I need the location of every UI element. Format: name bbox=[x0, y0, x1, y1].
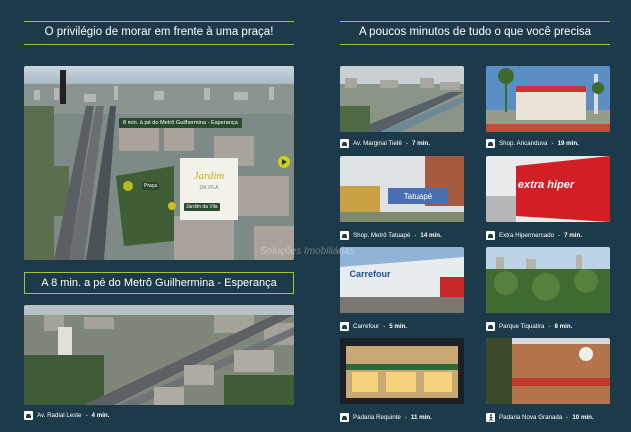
car-icon bbox=[486, 231, 495, 240]
logo-title-text: Jardim bbox=[194, 170, 225, 182]
place-caption-shop-aricanduva: Shop. Aricanduva -19 min. bbox=[486, 139, 579, 148]
metro-banner: A 8 min. a pé do Metrô Guilhermina - Esp… bbox=[24, 272, 294, 294]
car-icon bbox=[340, 322, 349, 331]
place-sep: - bbox=[405, 140, 409, 147]
caption-name: Av. Radial Leste bbox=[37, 412, 82, 419]
place-caption-padaria-requinte: Padaria Requinte -11 min. bbox=[340, 413, 432, 422]
place-time: 7 min. bbox=[412, 140, 430, 147]
place-time: 11 min. bbox=[410, 414, 432, 421]
place-photo-marginal-tiete bbox=[340, 66, 464, 132]
place-time: 14 min. bbox=[420, 232, 442, 239]
car-icon bbox=[486, 322, 495, 331]
watermark-text: Soluções Imobiliárias bbox=[260, 246, 355, 257]
car-icon bbox=[340, 413, 349, 422]
place-sep: - bbox=[414, 232, 417, 239]
walk-icon bbox=[486, 413, 495, 422]
car-icon bbox=[486, 139, 495, 148]
carrefour-sign-text: Carrefour bbox=[349, 269, 391, 279]
place-sep: - bbox=[404, 414, 407, 421]
place-caption-marginal-tiete: Av. Marginal Tietê -7 min. bbox=[340, 139, 430, 148]
place-sep: - bbox=[548, 323, 551, 330]
right-header-rule-bottom bbox=[340, 44, 610, 45]
place-time: 8 min. bbox=[554, 323, 573, 330]
car-icon bbox=[340, 139, 349, 148]
logo-sub-text: DA VILA bbox=[200, 185, 220, 191]
place-time: 19 min. bbox=[557, 140, 579, 147]
place-name: Extra Hipermercado bbox=[499, 232, 555, 239]
place-sep: - bbox=[558, 232, 561, 239]
radial-leste-photo bbox=[24, 305, 294, 405]
place-sep: - bbox=[383, 323, 386, 330]
place-photo-carrefour: Carrefour bbox=[340, 247, 464, 313]
place-caption-padaria-nova-granada: Padaria Nova Granada -10 min. bbox=[486, 413, 594, 422]
place-sep: - bbox=[551, 140, 554, 147]
right-header-rule-top bbox=[340, 21, 610, 22]
place-photo-shop-aricanduva bbox=[486, 66, 610, 132]
place-sep: - bbox=[566, 414, 569, 421]
aerial-map-photo: Jardim DA VILA 8 min. à pé do Metrô Guil… bbox=[24, 66, 294, 260]
radial-leste-caption: Av. Radial Leste - 4 min. bbox=[24, 411, 109, 420]
praca-icon-label: Praça bbox=[142, 182, 160, 190]
place-name: Padaria Requinte bbox=[353, 414, 401, 421]
left-header-rule-top bbox=[24, 21, 294, 22]
place-time: 5 min. bbox=[389, 323, 408, 330]
left-header-rule-bottom bbox=[24, 44, 294, 45]
radial-leste-image bbox=[24, 305, 294, 405]
place-time: 10 min. bbox=[572, 414, 594, 421]
car-icon bbox=[24, 411, 33, 420]
right-header: A poucos minutos de tudo o que você prec… bbox=[358, 26, 592, 38]
place-name: Shop. Metrô Tatuapé bbox=[353, 232, 411, 239]
place-photo-extra: extra hiper bbox=[486, 156, 610, 222]
place-name: Av. Marginal Tietê bbox=[353, 140, 402, 147]
place-name: Padaria Nova Granada bbox=[499, 414, 563, 421]
left-header: O privilégio de morar em frente à uma pr… bbox=[44, 26, 274, 38]
place-photo-shop-tatuape: Tatuapé bbox=[340, 156, 464, 222]
place-photo-padaria-requinte bbox=[340, 338, 464, 404]
car-icon bbox=[340, 231, 349, 240]
place-caption-parque-tiquatira: Parque Tiquatira -8 min. bbox=[486, 322, 572, 331]
place-caption-shop-tatuape: Shop. Metrô Tatuapé -14 min. bbox=[340, 231, 442, 240]
place-photo-parque-tiquatira bbox=[486, 247, 610, 313]
extra-sign-text: extra hiper bbox=[518, 179, 575, 191]
place-time: 7 min. bbox=[564, 232, 582, 239]
place-caption-extra: Extra Hipermercado -7 min. bbox=[486, 231, 582, 240]
place-caption-carrefour: Carrefour -5 min. bbox=[340, 322, 407, 331]
caption-sep: - bbox=[85, 412, 88, 419]
caption-time: 4 min. bbox=[91, 412, 110, 419]
aerial-city-image: Jardim DA VILA bbox=[24, 66, 294, 260]
tatuape-sign-text: Tatuapé bbox=[404, 192, 433, 201]
place-name: Shop. Aricanduva bbox=[499, 140, 548, 147]
metro-distance-tag: 8 min. à pé do Metrô Guilhermina - Esper… bbox=[119, 118, 242, 128]
jardim-icon-label: Jardim da Vila bbox=[184, 203, 220, 211]
place-photo-padaria-nova-granada bbox=[486, 338, 610, 404]
place-name: Carrefour bbox=[353, 323, 380, 330]
place-name: Parque Tiquatira bbox=[499, 323, 545, 330]
